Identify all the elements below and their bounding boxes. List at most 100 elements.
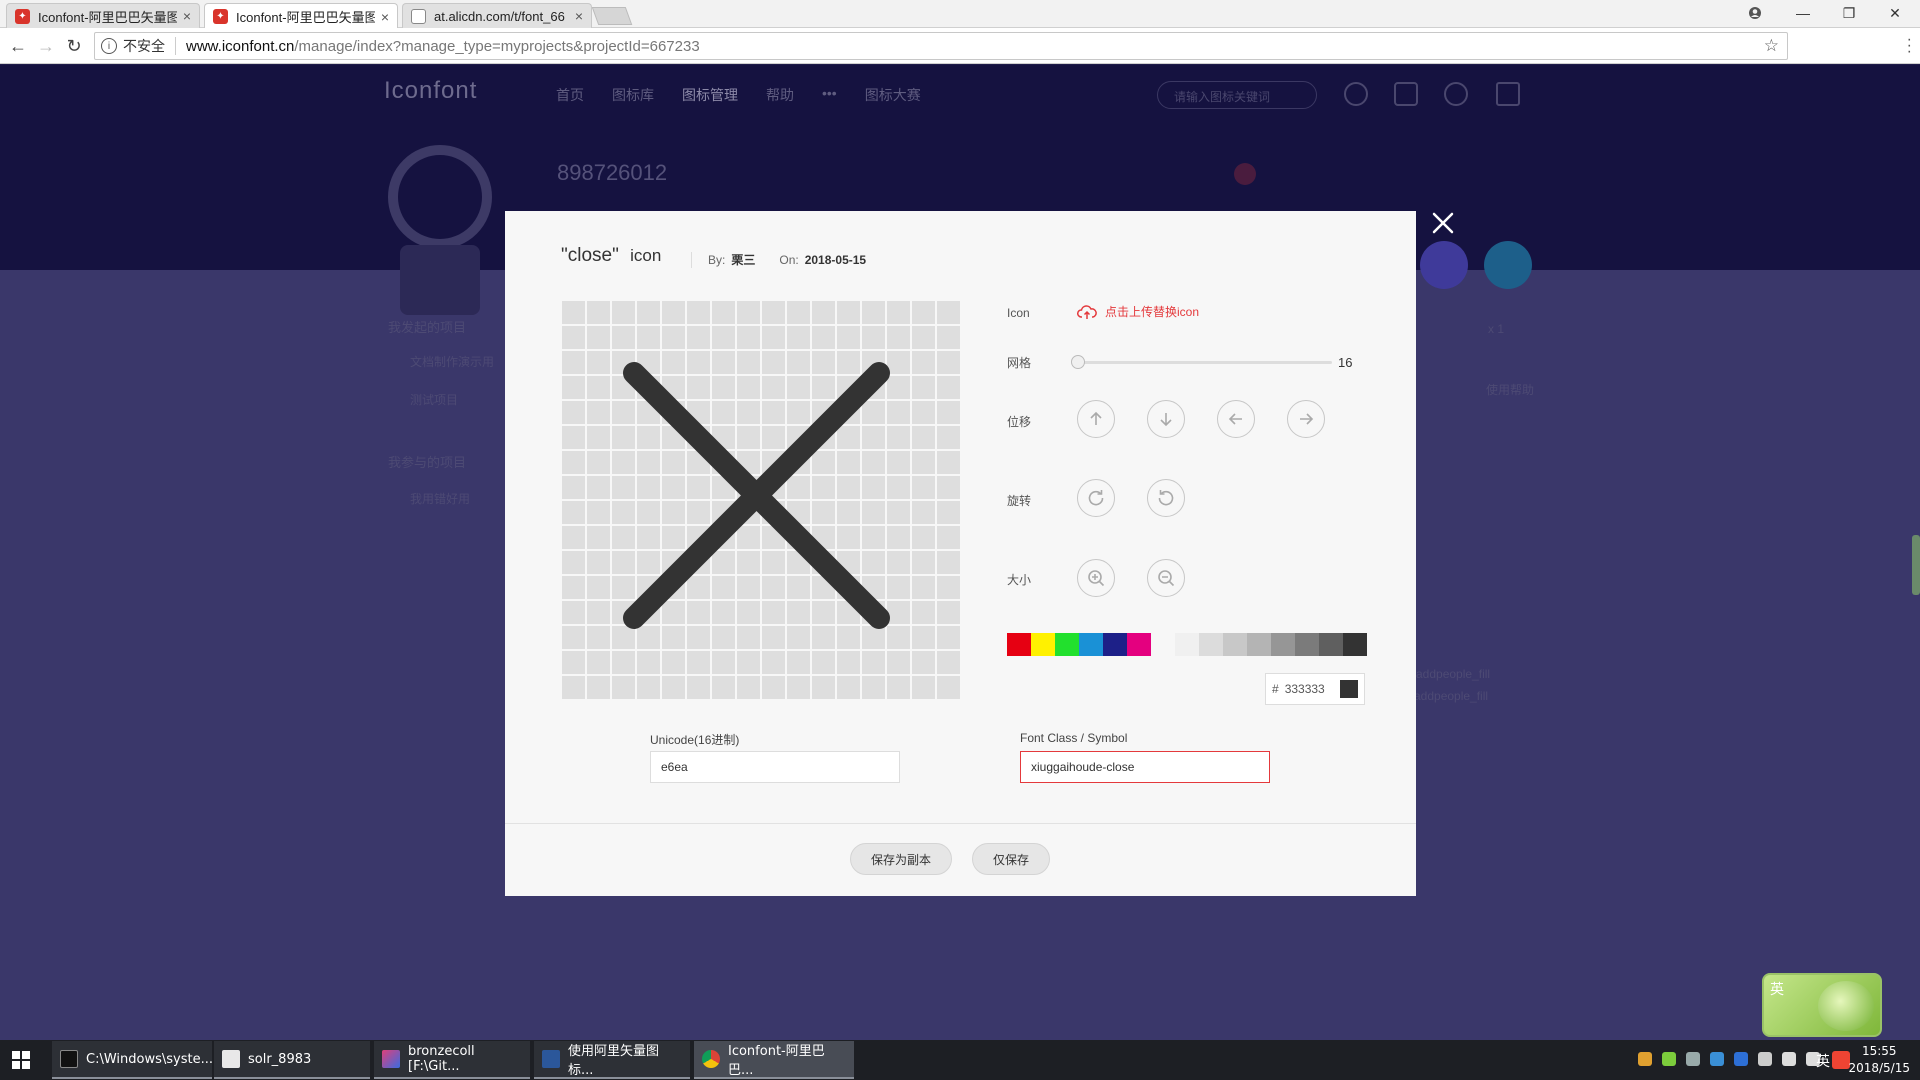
- site-search-input[interactable]: 请输入图标关键词: [1157, 81, 1317, 109]
- wechat-icon[interactable]: [1662, 1052, 1676, 1066]
- tab-close-icon[interactable]: ×: [183, 8, 191, 24]
- java-icon: [222, 1050, 240, 1068]
- color-swatch[interactable]: [1007, 633, 1031, 656]
- site-logo[interactable]: Iconfont: [384, 77, 477, 105]
- grid-label: 网格: [1007, 356, 1032, 370]
- intellij-icon: [382, 1050, 400, 1068]
- security-label[interactable]: 不安全: [123, 36, 165, 56]
- grid-slider-track[interactable]: [1077, 361, 1332, 364]
- tab-close-icon[interactable]: ×: [575, 8, 583, 24]
- size-label: 大小: [1007, 573, 1032, 587]
- iconfont-favicon-icon: ✦: [213, 9, 228, 24]
- side-scroll-handle[interactable]: [1912, 535, 1920, 595]
- tab-close-icon[interactable]: ×: [381, 9, 389, 25]
- ime-floating-widget[interactable]: 英: [1762, 973, 1882, 1037]
- info-icon[interactable]: i: [101, 38, 117, 54]
- save-button[interactable]: 仅保存: [972, 843, 1050, 875]
- icon-label: Icon: [1007, 306, 1030, 320]
- minimize-icon[interactable]: —: [1780, 0, 1826, 26]
- unicode-input[interactable]: [650, 751, 900, 783]
- add-folder-button[interactable]: [1420, 241, 1468, 289]
- upload-replace-link[interactable]: 点击上传替换icon: [1077, 303, 1199, 320]
- reload-icon[interactable]: ↻: [62, 34, 86, 58]
- tray-app-icon[interactable]: [1710, 1052, 1724, 1066]
- new-tab-button[interactable]: [591, 7, 633, 25]
- color-swatch[interactable]: [1127, 633, 1151, 656]
- color-swatch[interactable]: [1079, 633, 1103, 656]
- shield-icon[interactable]: [1734, 1052, 1748, 1066]
- browser-tab[interactable]: ✦ Iconfont-阿里巴巴矢量图 ×: [6, 3, 200, 28]
- windows-start-icon[interactable]: [12, 1051, 30, 1069]
- nav-item-more[interactable]: •••: [822, 85, 837, 105]
- tray-app-icon[interactable]: [1758, 1052, 1772, 1066]
- system-tray: [1638, 1052, 1820, 1066]
- browser-tab[interactable]: at.alicdn.com/t/font_66 ×: [402, 3, 592, 28]
- color-swatch[interactable]: [1343, 633, 1367, 656]
- upload-cloud-icon[interactable]: [1394, 82, 1418, 106]
- color-swatch[interactable]: [1271, 633, 1295, 656]
- move-up-button[interactable]: [1077, 400, 1115, 438]
- color-swatch[interactable]: [1055, 633, 1079, 656]
- sidebar-heading-my-projects[interactable]: 我发起的项目: [388, 317, 466, 336]
- sidebar-item[interactable]: 我用错好用: [410, 490, 470, 507]
- sidebar-heading-joined[interactable]: 我参与的项目: [388, 452, 466, 471]
- nav-item-library[interactable]: 图标库: [612, 85, 654, 105]
- sort-button[interactable]: [1484, 241, 1532, 289]
- back-arrow-icon[interactable]: ←: [6, 34, 30, 58]
- zoom-in-button[interactable]: [1077, 559, 1115, 597]
- restore-icon[interactable]: ❐: [1826, 0, 1872, 26]
- modal-close-icon[interactable]: [1428, 208, 1458, 238]
- move-left-button[interactable]: [1217, 400, 1255, 438]
- profile-icon[interactable]: [1732, 0, 1778, 26]
- forward-arrow-icon[interactable]: →: [34, 34, 58, 58]
- sogou-icon[interactable]: [1832, 1051, 1850, 1069]
- save-as-copy-button[interactable]: 保存为副本: [850, 843, 952, 875]
- input-language-indicator[interactable]: 英: [1816, 1051, 1830, 1071]
- move-down-button[interactable]: [1147, 400, 1185, 438]
- help-link[interactable]: 使用帮助: [1486, 381, 1534, 398]
- address-bar[interactable]: i 不安全 www.iconfont.cn /manage/index?mana…: [94, 32, 1788, 60]
- sidebar-item[interactable]: 文档制作演示用: [410, 353, 494, 370]
- hex-color-input[interactable]: # 333333: [1265, 673, 1365, 705]
- color-swatch[interactable]: [1295, 633, 1319, 656]
- language-icon[interactable]: [1444, 82, 1468, 106]
- color-swatch[interactable]: [1031, 633, 1055, 656]
- browser-menu-icon[interactable]: · · ·: [1907, 32, 1912, 60]
- fontclass-input[interactable]: [1020, 751, 1270, 783]
- github-icon[interactable]: [1344, 82, 1368, 106]
- nav-item-help[interactable]: 帮助: [766, 85, 794, 105]
- user-id: 898726012: [557, 160, 668, 185]
- color-swatch[interactable]: [1247, 633, 1271, 656]
- color-swatch[interactable]: [1175, 633, 1199, 656]
- taskbar-item-idea[interactable]: bronzecoll [F:\Git...: [374, 1041, 530, 1079]
- taskbar-item-word[interactable]: 使用阿里矢量图标...: [534, 1041, 690, 1079]
- color-swatch[interactable]: [1319, 633, 1343, 656]
- rotate-counterclockwise-button[interactable]: [1147, 479, 1185, 517]
- cart-icon[interactable]: [1496, 82, 1520, 106]
- fontclass-label: Font Class / Symbol: [1020, 731, 1128, 745]
- close-glyph-icon: [623, 362, 890, 629]
- move-right-button[interactable]: [1287, 400, 1325, 438]
- taskbar-item-chrome[interactable]: Iconfont-阿里巴巴...: [694, 1041, 854, 1079]
- taskbar-item-cmd[interactable]: C:\Windows\syste...: [52, 1041, 213, 1079]
- grid-slider-handle[interactable]: [1071, 355, 1085, 369]
- rotate-clockwise-button[interactable]: [1077, 479, 1115, 517]
- nav-item-manage[interactable]: 图标管理: [682, 85, 738, 105]
- tray-app-icon[interactable]: [1686, 1052, 1700, 1066]
- color-swatch[interactable]: [1223, 633, 1247, 656]
- tray-app-icon[interactable]: [1638, 1052, 1652, 1066]
- bookmark-star-icon[interactable]: ☆: [1764, 36, 1779, 56]
- status-dot: [1234, 163, 1256, 185]
- browser-tab-active[interactable]: ✦ Iconfont-阿里巴巴矢量图 ×: [204, 3, 398, 29]
- sidebar-item[interactable]: 测试项目: [410, 391, 458, 408]
- color-swatch[interactable]: [1199, 633, 1223, 656]
- taskbar-item-java[interactable]: solr_8983: [214, 1041, 370, 1079]
- system-clock[interactable]: 15:55 2018/5/15: [1848, 1043, 1910, 1077]
- rotate-left-icon: [1158, 490, 1174, 506]
- nav-item-home[interactable]: 首页: [556, 85, 584, 105]
- network-icon[interactable]: [1782, 1052, 1796, 1066]
- window-close-icon[interactable]: ✕: [1872, 0, 1918, 26]
- zoom-out-button[interactable]: [1147, 559, 1185, 597]
- nav-item-contest[interactable]: 图标大赛: [865, 85, 921, 105]
- color-swatch[interactable]: [1103, 633, 1127, 656]
